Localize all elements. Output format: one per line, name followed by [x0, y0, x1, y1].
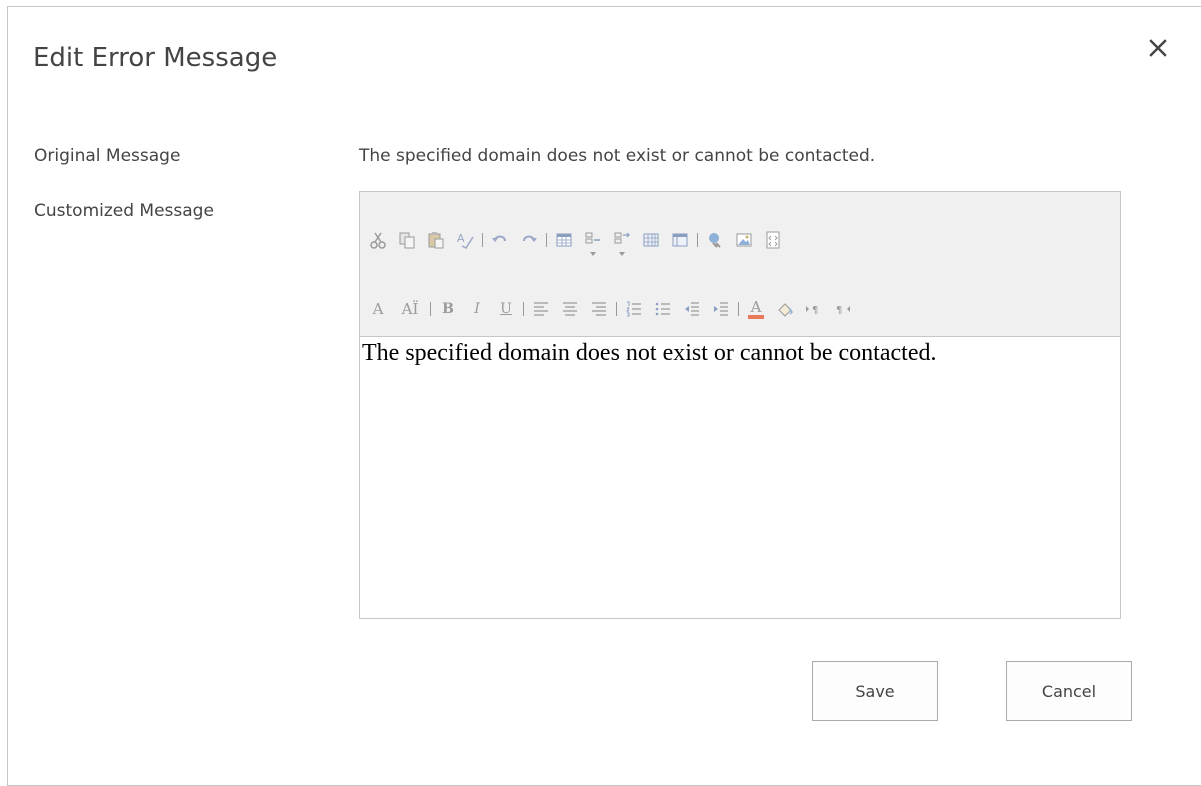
undo-icon[interactable] [490, 230, 510, 250]
spelling-icon[interactable]: A [455, 230, 475, 250]
ltr-icon[interactable]: ¶ [804, 299, 824, 319]
font-size-icon[interactable]: AÏ [397, 299, 423, 319]
numbered-list-icon[interactable] [624, 299, 644, 319]
font-icon[interactable]: A [368, 299, 388, 319]
increase-indent-icon[interactable] [711, 299, 731, 319]
toolbar-separator [616, 302, 617, 316]
table-layout-icon[interactable] [670, 230, 690, 250]
paste-icon[interactable] [426, 230, 446, 250]
underline-glyph: U [500, 301, 512, 317]
align-right-icon[interactable] [589, 299, 609, 319]
toolbar-row-1: A [368, 229, 792, 256]
italic-glyph: I [474, 301, 480, 317]
dialog-title: Edit Error Message [33, 43, 278, 73]
bold-icon[interactable]: B [438, 299, 458, 319]
rich-text-editor: A A AÏ B I U A ¶ ¶ The specified domain … [359, 191, 1121, 619]
font-color-swatch [748, 314, 764, 319]
save-button[interactable]: Save [812, 661, 938, 721]
dropdown-arrow-icon [590, 252, 596, 256]
font-color-icon[interactable]: A [746, 299, 766, 319]
html-source-icon[interactable] [763, 230, 783, 250]
svg-text:A: A [457, 232, 465, 245]
table-properties-icon[interactable] [641, 230, 661, 250]
font-size-glyph: AÏ [401, 300, 419, 318]
toolbar-separator [738, 302, 739, 316]
editor-toolbar: A A AÏ B I U A ¶ ¶ [360, 192, 1120, 337]
original-message-value: The specified domain does not exist or c… [359, 146, 876, 166]
svg-text:¶: ¶ [836, 305, 842, 316]
underline-icon[interactable]: U [496, 299, 516, 319]
toolbar-separator [482, 233, 483, 247]
toolbar-separator [523, 302, 524, 316]
decrease-indent-icon[interactable] [682, 299, 702, 319]
copy-icon[interactable] [397, 230, 417, 250]
insert-table-icon[interactable] [554, 230, 574, 250]
toolbar-row-2: A AÏ B I U A ¶ ¶ [368, 298, 862, 320]
original-message-label: Original Message [34, 146, 181, 166]
bold-glyph: B [442, 301, 454, 317]
cut-icon[interactable] [368, 230, 388, 250]
insert-column-icon[interactable] [612, 230, 632, 256]
font-color-glyph: A [750, 297, 762, 316]
redo-icon[interactable] [519, 230, 539, 250]
toolbar-separator [546, 233, 547, 247]
customized-message-input[interactable]: The specified domain does not exist or c… [362, 340, 1118, 367]
dropdown-arrow-icon [619, 252, 625, 256]
customized-message-label: Customized Message [34, 201, 214, 221]
italic-icon[interactable]: I [467, 299, 487, 319]
align-center-icon[interactable] [560, 299, 580, 319]
close-icon[interactable] [1146, 36, 1170, 60]
svg-text:¶: ¶ [812, 305, 818, 316]
bulleted-list-icon[interactable] [653, 299, 673, 319]
image-icon[interactable] [734, 230, 754, 250]
align-left-icon[interactable] [531, 299, 551, 319]
toolbar-separator [430, 302, 431, 316]
toolbar-separator [697, 233, 698, 247]
cancel-button[interactable]: Cancel [1006, 661, 1132, 721]
rtl-icon[interactable]: ¶ [833, 299, 853, 319]
link-icon[interactable] [705, 230, 725, 250]
highlight-icon[interactable] [775, 299, 795, 319]
font-glyph: A [372, 300, 384, 318]
insert-row-icon[interactable] [583, 230, 603, 256]
